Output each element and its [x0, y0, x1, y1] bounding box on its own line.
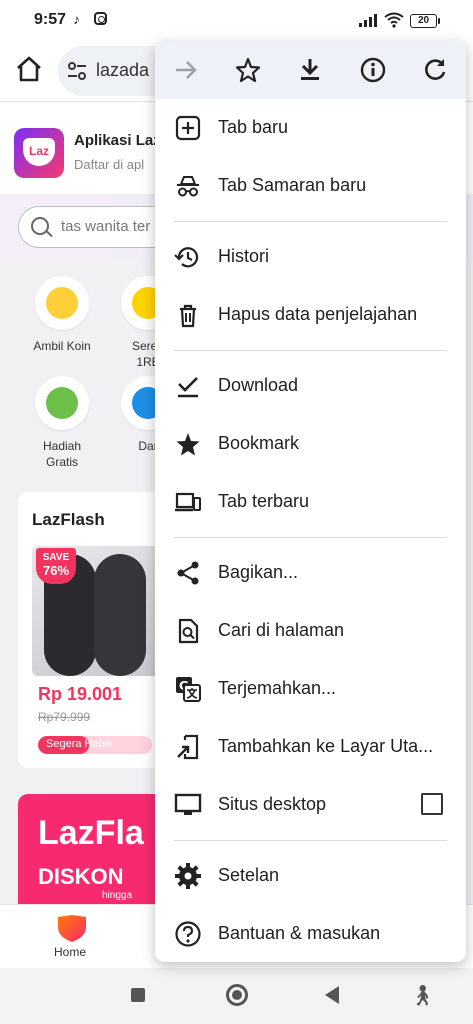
lazflash-title: LazFlash: [32, 510, 105, 529]
menu-item-clear-data[interactable]: Hapus data penjelajahan: [155, 286, 466, 344]
history-icon: [174, 247, 199, 268]
battery-icon: 20: [410, 14, 440, 28]
lazflash-card[interactable]: LazFlash SAVE 76% Rp 19.001 Rp79.999 Seg…: [18, 492, 168, 768]
app-banner-title: Aplikasi Laz: [74, 132, 161, 149]
devices-icon: [175, 492, 201, 512]
add-to-home-icon: [177, 734, 199, 760]
browser-overflow-menu: Tab baru Tab Samaran baru Histori Hapus …: [155, 41, 466, 962]
info-icon[interactable]: [358, 55, 388, 85]
download-icon[interactable]: [295, 55, 325, 85]
menu-item-bookmarks[interactable]: Bookmark: [155, 415, 466, 473]
recent-apps-icon[interactable]: [131, 988, 145, 1002]
menu-item-new-tab[interactable]: Tab baru: [155, 99, 466, 157]
desktop-icon: [174, 793, 202, 815]
menu-divider: [174, 537, 447, 538]
menu-item-settings[interactable]: Setelan: [155, 847, 466, 905]
new-tab-icon: [175, 115, 201, 141]
menu-item-translate[interactable]: G Terjemahkan...: [155, 660, 466, 718]
product-price: Rp 19.001: [38, 684, 123, 704]
discount-badge: SAVE 76%: [36, 548, 76, 584]
bookmark-star-icon: [176, 433, 200, 456]
coin-icon: [35, 276, 89, 330]
accessibility-icon[interactable]: 🚶︎: [410, 983, 435, 1008]
find-in-page-icon: [178, 618, 199, 644]
menu-item-desktop-site[interactable]: Situs desktop: [155, 776, 466, 834]
menu-item-downloads[interactable]: Download: [155, 357, 466, 415]
back-icon[interactable]: [325, 986, 339, 1004]
lazflash-promo-banner[interactable]: LazFla DISKON hingga: [18, 794, 168, 904]
search-icon: [31, 217, 49, 235]
stock-progress-bar: Segera Habis: [38, 736, 152, 754]
status-time: 9:57: [34, 11, 67, 28]
search-placeholder: tas wanita ter: [61, 218, 151, 235]
refresh-icon[interactable]: [420, 55, 450, 85]
lazada-app-logo: Laz: [14, 128, 64, 178]
menu-item-help[interactable]: Bantuan & masukan: [155, 905, 466, 962]
home-button-icon[interactable]: [226, 984, 248, 1006]
signal-icon: [359, 14, 377, 27]
tire-image: [94, 554, 146, 676]
downloads-icon: [178, 377, 198, 398]
gift-tree-icon: [35, 376, 89, 430]
menu-divider: [174, 221, 447, 222]
menu-divider: [174, 350, 447, 351]
nav-home-label[interactable]: Home: [54, 945, 86, 959]
menu-item-add-to-home[interactable]: Tambahkan ke Layar Uta...: [155, 718, 466, 776]
shortcut-ambil-koin[interactable]: Ambil Koin: [17, 276, 107, 354]
home-icon[interactable]: [14, 54, 44, 84]
status-bar: 9:57 ♪ 20: [0, 0, 473, 40]
system-nav-bar: 🚶︎: [0, 968, 473, 1024]
lazada-home-icon[interactable]: [56, 913, 88, 943]
help-icon: [175, 921, 201, 947]
site-settings-icon[interactable]: [66, 60, 88, 82]
translate-icon: G: [176, 677, 201, 702]
forward-arrow-icon[interactable]: [171, 55, 201, 85]
menu-item-history[interactable]: Histori: [155, 228, 466, 286]
url-text: lazada: [96, 60, 150, 80]
wifi-icon: [384, 12, 404, 28]
trash-icon: [180, 304, 196, 328]
menu-divider: [174, 840, 447, 841]
instagram-icon: [94, 12, 107, 25]
menu-item-find-in-page[interactable]: Cari di halaman: [155, 602, 466, 660]
incognito-icon: [177, 176, 199, 197]
stock-label: Segera Habis: [46, 738, 113, 750]
tiktok-icon: ♪: [73, 11, 80, 27]
product-old-price: Rp79.999: [38, 710, 91, 724]
menu-action-row: [155, 41, 466, 99]
menu-item-share[interactable]: Bagikan...: [155, 544, 466, 602]
app-banner-subtitle: Daftar di apl: [74, 157, 145, 172]
star-icon[interactable]: [233, 55, 263, 85]
desktop-site-checkbox[interactable]: [421, 793, 443, 815]
menu-item-recent-tabs[interactable]: Tab terbaru: [155, 473, 466, 531]
shortcut-hadiah-gratis[interactable]: Hadiah Gratis: [17, 376, 107, 470]
menu-item-incognito[interactable]: Tab Samaran baru: [155, 157, 466, 215]
share-icon: [177, 561, 199, 585]
settings-gear-icon: [175, 863, 201, 889]
